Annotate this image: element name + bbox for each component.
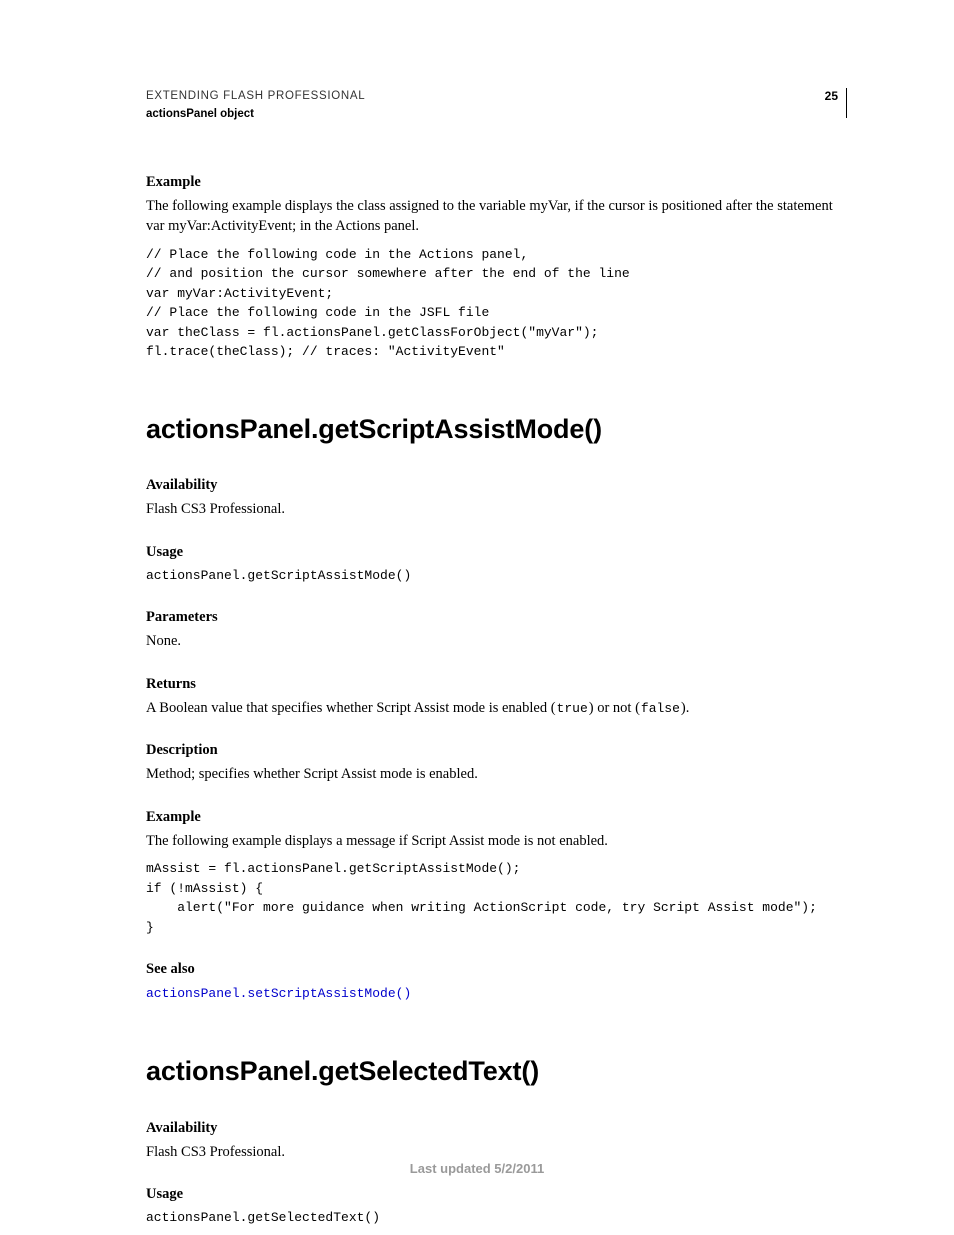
code-block: mAssist = fl.actionsPanel.getScriptAssis… xyxy=(146,859,847,937)
availability-text: Flash CS3 Professional. xyxy=(146,1142,847,1163)
page-number-text: 25 xyxy=(825,88,838,105)
returns-mid: ) or not ( xyxy=(589,700,640,716)
usage-label: Usage xyxy=(146,542,847,563)
usage-label: Usage xyxy=(146,1184,847,1205)
running-header-left: EXTENDING FLASH PROFESSIONAL actionsPane… xyxy=(146,88,365,124)
doc-title: EXTENDING FLASH PROFESSIONAL xyxy=(146,88,365,106)
page-number: 25 xyxy=(825,88,847,118)
page-content: EXTENDING FLASH PROFESSIONAL actionsPane… xyxy=(0,0,954,1228)
description-text: Method; specifies whether Script Assist … xyxy=(146,764,847,785)
example-label: Example xyxy=(146,807,847,828)
page-footer: Last updated 5/2/2011 xyxy=(0,1160,954,1179)
parameters-label: Parameters xyxy=(146,607,847,628)
method-heading-getselectedtext: actionsPanel.getSelectedText() xyxy=(146,1052,847,1091)
availability-label: Availability xyxy=(146,475,847,496)
returns-suffix: ). xyxy=(681,700,689,716)
description-label: Description xyxy=(146,740,847,761)
availability-label: Availability xyxy=(146,1118,847,1139)
returns-false: false xyxy=(641,701,680,716)
example-label: Example xyxy=(146,172,847,193)
availability-text: Flash CS3 Professional. xyxy=(146,499,847,520)
returns-text: A Boolean value that specifies whether S… xyxy=(146,698,847,719)
running-header: EXTENDING FLASH PROFESSIONAL actionsPane… xyxy=(146,88,847,124)
returns-prefix: A Boolean value that specifies whether S… xyxy=(146,700,556,716)
returns-label: Returns xyxy=(146,674,847,695)
usage-code: actionsPanel.getScriptAssistMode() xyxy=(146,566,847,586)
last-updated: Last updated 5/2/2011 xyxy=(410,1161,544,1176)
seealso-label: See also xyxy=(146,959,847,980)
code-block: // Place the following code in the Actio… xyxy=(146,245,847,362)
parameters-text: None. xyxy=(146,631,847,652)
example-text: The following example displays a message… xyxy=(146,831,847,852)
example-text: The following example displays the class… xyxy=(146,196,847,237)
seealso-link[interactable]: actionsPanel.setScriptAssistMode() xyxy=(146,986,411,1001)
doc-subtitle: actionsPanel object xyxy=(146,106,365,124)
usage-code: actionsPanel.getSelectedText() xyxy=(146,1208,847,1228)
returns-true: true xyxy=(557,701,588,716)
method-heading-getscriptassistmode: actionsPanel.getScriptAssistMode() xyxy=(146,410,847,449)
